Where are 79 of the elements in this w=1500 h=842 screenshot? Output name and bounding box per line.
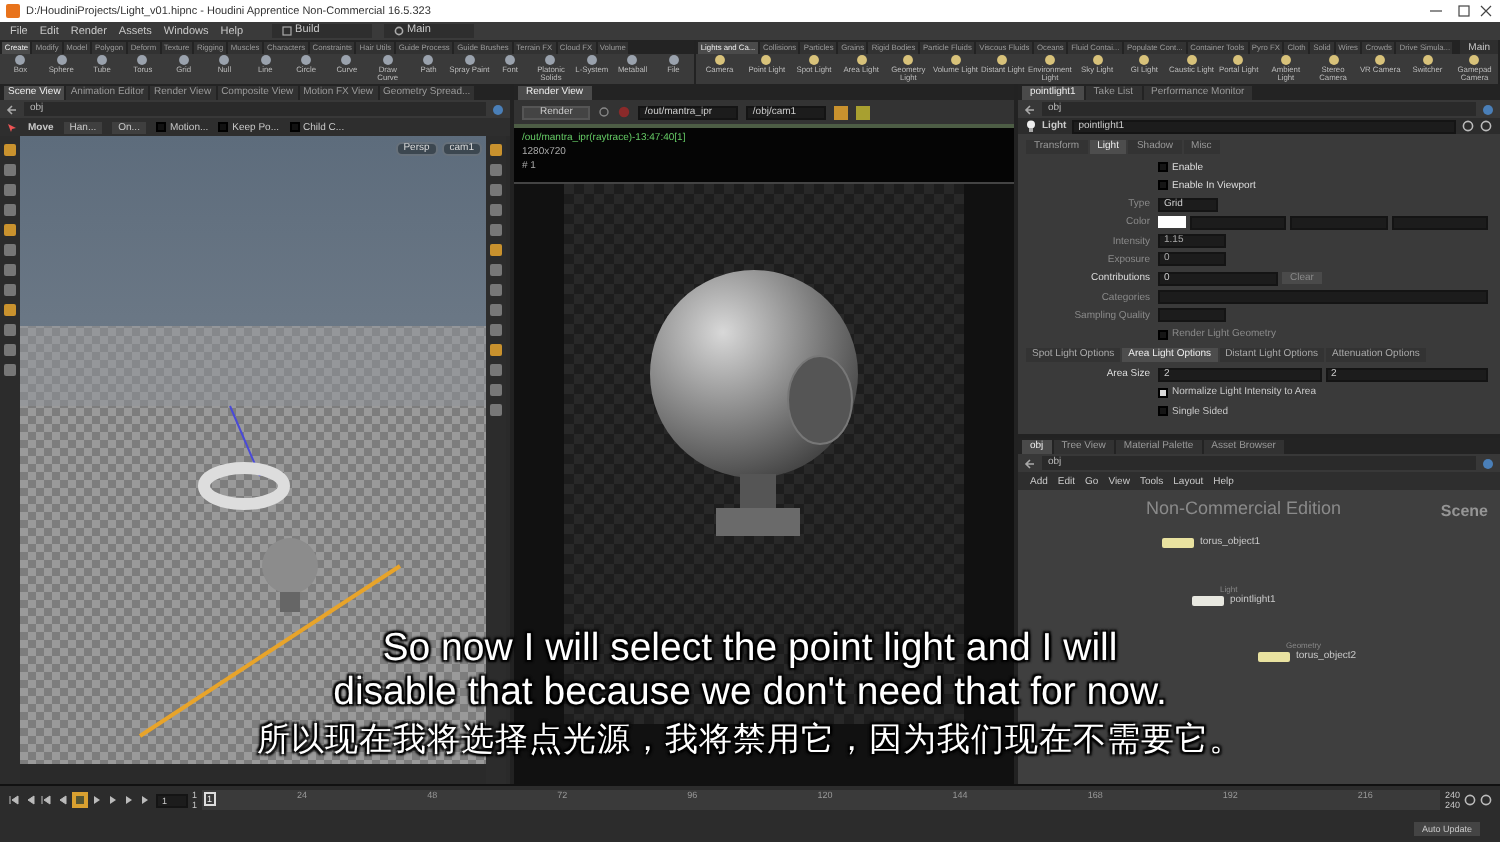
color-field[interactable] [1391, 215, 1488, 230]
node-tile[interactable] [1258, 651, 1290, 661]
ball-icon [760, 54, 773, 66]
ball-icon [996, 54, 1009, 66]
ball-icon [55, 54, 68, 66]
ball-icon [585, 54, 598, 66]
ball-icon [902, 54, 915, 66]
ball-icon [713, 54, 726, 66]
ball-icon [1091, 54, 1104, 66]
ball-icon [218, 54, 231, 66]
desktop-icon [281, 26, 292, 36]
close-icon[interactable] [1478, 4, 1494, 18]
ball-icon [1185, 54, 1198, 66]
node-tile[interactable] [1192, 595, 1224, 605]
ball-icon [1421, 54, 1434, 66]
checkbox[interactable] [1158, 180, 1168, 191]
checkbox[interactable] [1158, 387, 1168, 398]
checkbox[interactable] [218, 122, 229, 132]
pencil-icon[interactable] [856, 105, 871, 119]
ball-icon [949, 54, 962, 66]
ball-icon [136, 54, 149, 66]
ball-icon [340, 54, 353, 66]
stop-icon[interactable] [72, 792, 88, 808]
edition-label: Non-Commercial Edition [1146, 498, 1342, 518]
previous-key-icon[interactable] [40, 794, 52, 806]
ball-icon [1138, 54, 1151, 66]
play-icon[interactable] [92, 794, 104, 806]
ball-icon [504, 54, 517, 66]
ball-icon [1374, 54, 1387, 66]
checkbox[interactable] [289, 122, 300, 132]
checkbox[interactable] [1158, 406, 1168, 417]
light-bulb-icon [1026, 120, 1036, 132]
jump-end-icon[interactable] [140, 794, 152, 806]
maximize-icon[interactable] [1456, 4, 1472, 18]
context-label: Scene [1440, 502, 1488, 520]
ball-icon [855, 54, 868, 66]
ball-icon [1468, 54, 1481, 66]
color-field[interactable] [1190, 215, 1287, 230]
snapshot-icon[interactable] [834, 105, 849, 119]
color-swatch[interactable] [1158, 216, 1186, 229]
subtitle-line: disable that because we don't need that for now. [333, 670, 1167, 714]
back-arrow-icon[interactable] [1024, 457, 1036, 469]
pin-icon[interactable] [492, 103, 504, 115]
pin-icon[interactable] [1482, 103, 1494, 115]
ball-icon [667, 54, 680, 66]
text-field[interactable] [1158, 290, 1488, 305]
step-forward-icon[interactable] [124, 794, 136, 806]
ball-icon [626, 54, 639, 66]
app-logo-icon [6, 4, 20, 18]
ball-icon [96, 54, 109, 66]
ball-icon [259, 54, 272, 66]
ball-icon [300, 54, 313, 66]
checkbox[interactable] [1158, 162, 1168, 172]
checkbox[interactable] [155, 122, 166, 132]
play-reverse-icon[interactable] [56, 794, 68, 806]
refresh-icon[interactable] [598, 106, 611, 118]
step-back-icon[interactable] [24, 794, 36, 806]
jump-start-icon[interactable] [8, 794, 20, 806]
ball-icon [1232, 54, 1245, 66]
arrow-cursor-icon[interactable] [6, 121, 18, 133]
back-arrow-icon[interactable] [1024, 103, 1036, 115]
minimize-icon[interactable] [1428, 4, 1444, 18]
ball-icon [381, 54, 394, 66]
color-field[interactable] [1290, 215, 1388, 230]
ball-icon [14, 54, 27, 66]
ball-icon [1043, 54, 1056, 66]
next-key-icon[interactable] [108, 794, 120, 806]
ball-icon [463, 54, 476, 66]
ball-icon [422, 54, 435, 66]
back-arrow-icon[interactable] [6, 103, 18, 115]
ball-icon [544, 54, 557, 66]
ball-icon [807, 54, 820, 66]
ball-icon [177, 54, 190, 66]
node-tile[interactable] [1162, 537, 1194, 547]
record-icon[interactable] [618, 106, 631, 118]
ball-icon [1327, 54, 1340, 66]
number-field[interactable] [1158, 308, 1226, 323]
pin-icon[interactable] [1482, 457, 1494, 469]
ball-icon [1279, 54, 1292, 66]
